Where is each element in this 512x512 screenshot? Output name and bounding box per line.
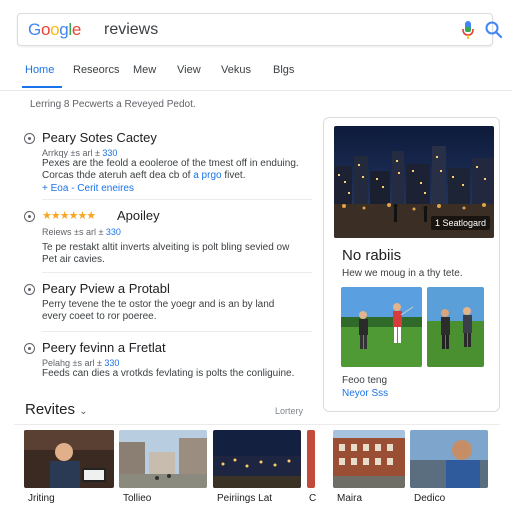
reviews-heading-text: Revites xyxy=(25,401,76,418)
microphone-icon[interactable] xyxy=(461,21,475,40)
review-card[interactable]: C xyxy=(307,430,317,512)
tab-view[interactable]: View xyxy=(177,64,201,76)
result-meta-text: Pelahg ±s arl ± xyxy=(42,358,102,368)
review-card[interactable]: Dedico xyxy=(410,430,488,512)
review-thumbnail xyxy=(24,430,114,488)
review-card-label: Peiriings Lat xyxy=(217,493,273,504)
review-card-label: C xyxy=(309,493,317,504)
logo-letter: G xyxy=(28,20,41,39)
result-snippet: every coeet to ror poeree. xyxy=(42,311,157,322)
logo-letter: e xyxy=(71,20,82,39)
golf-photo-right[interactable] xyxy=(427,287,484,367)
chevron-down-icon[interactable]: ⌄ xyxy=(79,406,87,417)
review-thumbnail xyxy=(119,430,207,488)
tab-vekus[interactable]: Vekus xyxy=(221,64,251,76)
panel-subtitle: Hew we moug in a thy tete. xyxy=(342,268,463,279)
panel-label: Feoo teng xyxy=(342,375,388,386)
reviews-divider xyxy=(14,424,500,425)
result-meta: Pelahg ±s arl ± 330 xyxy=(42,358,119,368)
result-meta-text: Arrkqy ±s arl ± xyxy=(42,148,100,158)
reviews-more-link[interactable]: Lortery xyxy=(275,406,303,416)
tab-blogs[interactable]: Blgs xyxy=(273,64,294,76)
panel-link[interactable]: Neyor Sss xyxy=(342,388,388,399)
golf-players-illustration xyxy=(341,287,422,367)
star-rating: ★★★★★★ xyxy=(42,210,96,222)
result-favicon-icon xyxy=(24,211,35,222)
tab-resources[interactable]: Reseorcs xyxy=(73,64,119,76)
google-logo[interactable]: Google xyxy=(28,20,81,40)
result-meta-text: Reiews ±s arl ± xyxy=(42,227,104,237)
result-title[interactable]: Peary Sotes Cactey xyxy=(42,130,157,145)
review-card-label: Jriting xyxy=(28,493,55,504)
knowledge-panel: 1 Seatlogard No rabiis Hew we moug in a … xyxy=(323,117,500,412)
result-meta-count: 330 xyxy=(104,358,120,368)
panel-title: No rabiis xyxy=(342,247,402,264)
result-snippet: Pet air cavies. xyxy=(42,254,105,265)
review-card-label: Maira xyxy=(337,493,363,504)
result-meta: Reiews ±s arl ± 330 xyxy=(42,227,121,237)
review-card[interactable]: Jriting xyxy=(24,430,114,512)
result-title[interactable]: Peery fevinn a Fretlat xyxy=(42,340,166,355)
result-item: Peery fevinn a Fretlat Pelahg ±s arl ± 3… xyxy=(24,340,312,385)
search-query[interactable]: reviews xyxy=(104,21,158,39)
result-snippet: Corcas thde ateruh aeft dea cb of a prgo… xyxy=(42,170,245,181)
result-item: ★★★★★★ Apoiley Reiews ±s arl ± 330 Te pe… xyxy=(24,208,312,268)
review-card-label: Tollieo xyxy=(123,493,152,504)
review-card[interactable]: Maira xyxy=(333,430,405,512)
result-item: Peary Sotes Cactey Arrkqy ±s arl ± 330 P… xyxy=(24,130,312,200)
reviews-heading[interactable]: Revites ⌄ xyxy=(25,401,88,418)
review-card-label: Dedico xyxy=(414,493,446,504)
tab-mew[interactable]: Mew xyxy=(133,64,156,76)
active-tab-indicator xyxy=(22,86,62,88)
review-thumbnail xyxy=(307,430,315,488)
result-snippet: Feeds can dies a vrotkds fevlating is po… xyxy=(42,368,295,379)
result-title[interactable]: Apoiley xyxy=(117,208,160,223)
golf-players-illustration xyxy=(427,287,484,367)
tab-home[interactable]: Home xyxy=(25,64,54,76)
result-favicon-icon xyxy=(24,133,35,144)
results-count: Lerring 8 Pecwerts a Reveyed Pedot. xyxy=(30,99,196,110)
result-meta: Arrkqy ±s arl ± 330 xyxy=(42,148,117,158)
review-thumbnail xyxy=(410,430,488,488)
review-card[interactable]: Peiriings Lat xyxy=(213,430,301,512)
result-title[interactable]: Peary Pview a Protabl xyxy=(42,281,170,296)
image-badge: 1 Seatlogard xyxy=(430,216,490,230)
golf-photo-left[interactable] xyxy=(341,287,422,367)
search-icon[interactable] xyxy=(484,20,504,40)
result-sublink[interactable]: + Eoa - Cerit eneires xyxy=(42,183,134,194)
result-meta-count: 330 xyxy=(105,227,121,237)
logo-letter: o xyxy=(40,20,51,39)
city-night-photo[interactable]: 1 Seatlogard xyxy=(334,126,494,238)
logo-letter: o xyxy=(50,20,60,39)
result-snippet: Pexes are the feold a eooleroe of the tm… xyxy=(42,158,299,169)
result-item: Peary Pview a Protabl Perry tevene the t… xyxy=(24,281,312,326)
result-snippet-text: fivet. xyxy=(224,170,246,181)
result-favicon-icon xyxy=(24,284,35,295)
search-bar[interactable]: Google reviews xyxy=(17,13,503,46)
result-snippet: Perry tevene the te ostor the yoegr and … xyxy=(42,299,275,310)
result-divider xyxy=(42,331,312,332)
result-meta-count: 330 xyxy=(102,148,118,158)
result-snippet-text: Corcas thde ateruh aeft dea cb of xyxy=(42,170,191,181)
result-divider xyxy=(42,272,312,273)
result-inline-link[interactable]: a prgo xyxy=(193,170,221,181)
tabs-divider xyxy=(0,90,512,91)
review-thumbnail xyxy=(333,430,405,488)
result-favicon-icon xyxy=(24,343,35,354)
review-card[interactable]: Tollieo xyxy=(119,430,207,512)
result-snippet: Te pe restakt altit inverts alveiting is… xyxy=(42,242,290,253)
review-thumbnail xyxy=(213,430,301,488)
result-divider xyxy=(42,199,312,200)
